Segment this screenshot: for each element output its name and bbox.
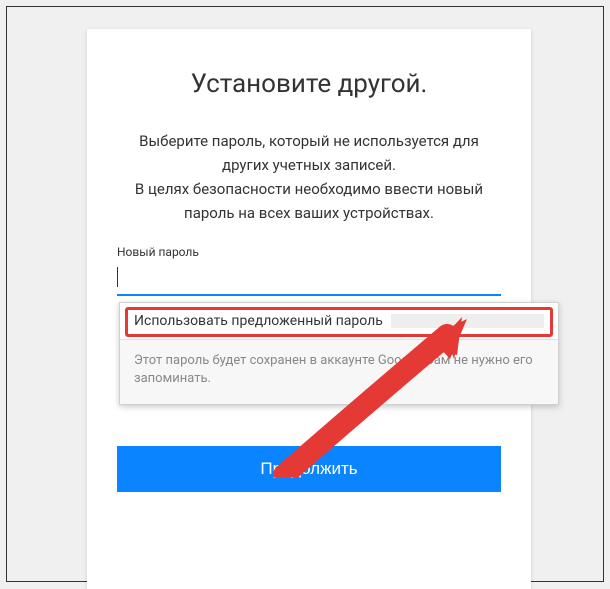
- use-suggested-password-row[interactable]: Использовать предложенный пароль: [120, 303, 558, 340]
- continue-button[interactable]: Продолжить: [117, 446, 501, 492]
- new-password-label: Новый пароль: [117, 245, 501, 259]
- instructions-line-1: Выберите пароль, который не используется…: [139, 132, 479, 174]
- suggested-password-note: Этот пароль будет сохранен в аккаунте Go…: [120, 340, 558, 404]
- password-input-wrapper: [117, 265, 501, 296]
- outer-frame: Установите другой. Выберите пароль, кото…: [6, 6, 604, 582]
- instructions-line-2: В целях безопасности необходимо ввести н…: [135, 180, 483, 222]
- text-cursor: [117, 267, 118, 287]
- suggested-password-popup: Использовать предложенный пароль Этот па…: [119, 302, 559, 405]
- suggested-password-mask: [391, 314, 544, 328]
- new-password-input[interactable]: [117, 265, 501, 296]
- page-title: Установите другой.: [117, 69, 501, 99]
- instructions: Выберите пароль, который не используется…: [117, 129, 501, 225]
- use-suggested-password-label: Использовать предложенный пароль: [134, 313, 383, 329]
